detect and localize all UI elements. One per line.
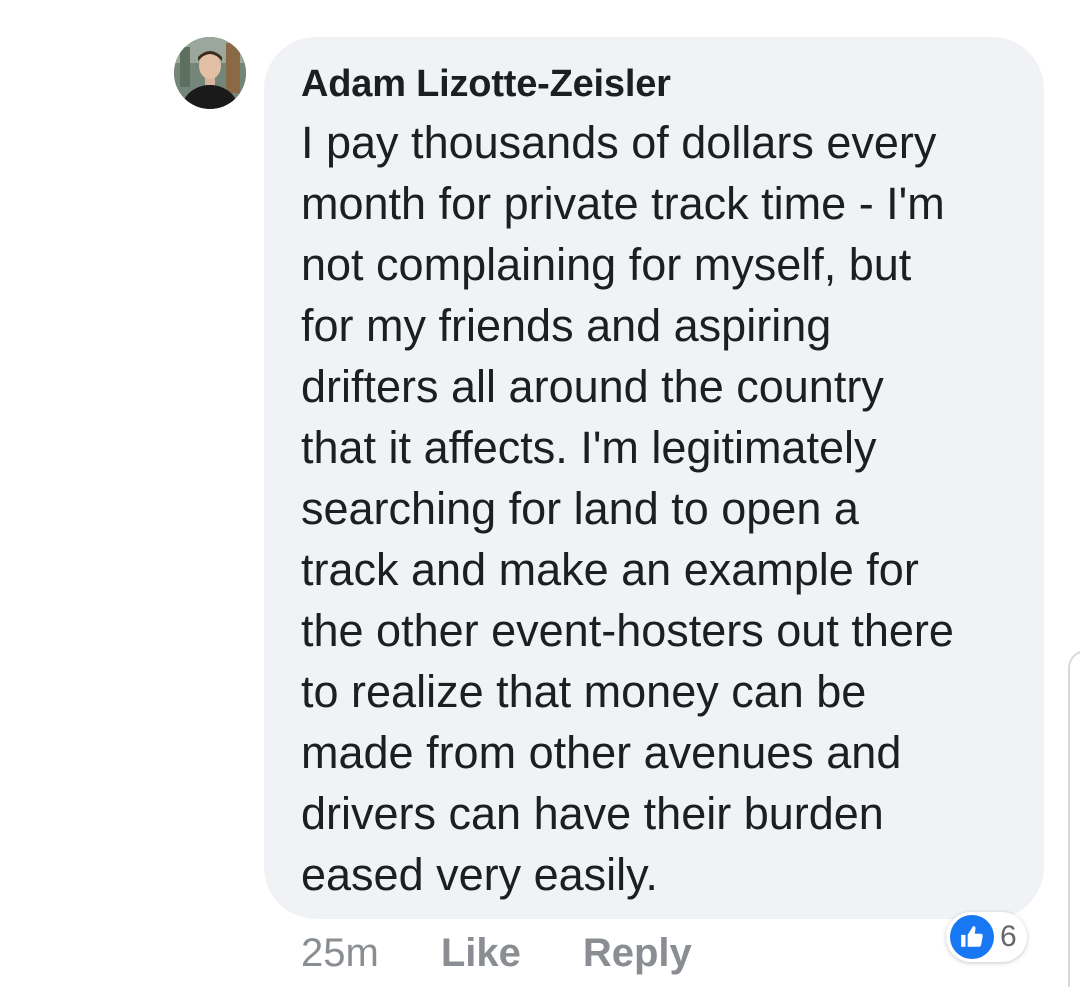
avatar-photo (174, 37, 246, 109)
comment-timestamp[interactable]: 25m (301, 928, 379, 978)
scroll-edge (1068, 650, 1080, 987)
reply-button[interactable]: Reply (583, 928, 692, 978)
reaction-summary[interactable]: 6 (946, 912, 1027, 962)
comment-actions: 25m Like Reply (301, 928, 692, 978)
like-button[interactable]: Like (441, 928, 521, 978)
comment-screen: Adam Lizotte-Zeisler I pay thousands of … (0, 0, 1080, 987)
avatar[interactable] (174, 37, 246, 109)
comment-text: I pay thousands of dollars every month f… (301, 117, 954, 900)
reaction-count: 6 (1000, 920, 1017, 953)
comment-bubble: Adam Lizotte-Zeisler I pay thousands of … (264, 37, 1044, 919)
thumbs-up-icon (950, 915, 994, 959)
comment-author[interactable]: Adam Lizotte-Zeisler (301, 59, 1014, 109)
